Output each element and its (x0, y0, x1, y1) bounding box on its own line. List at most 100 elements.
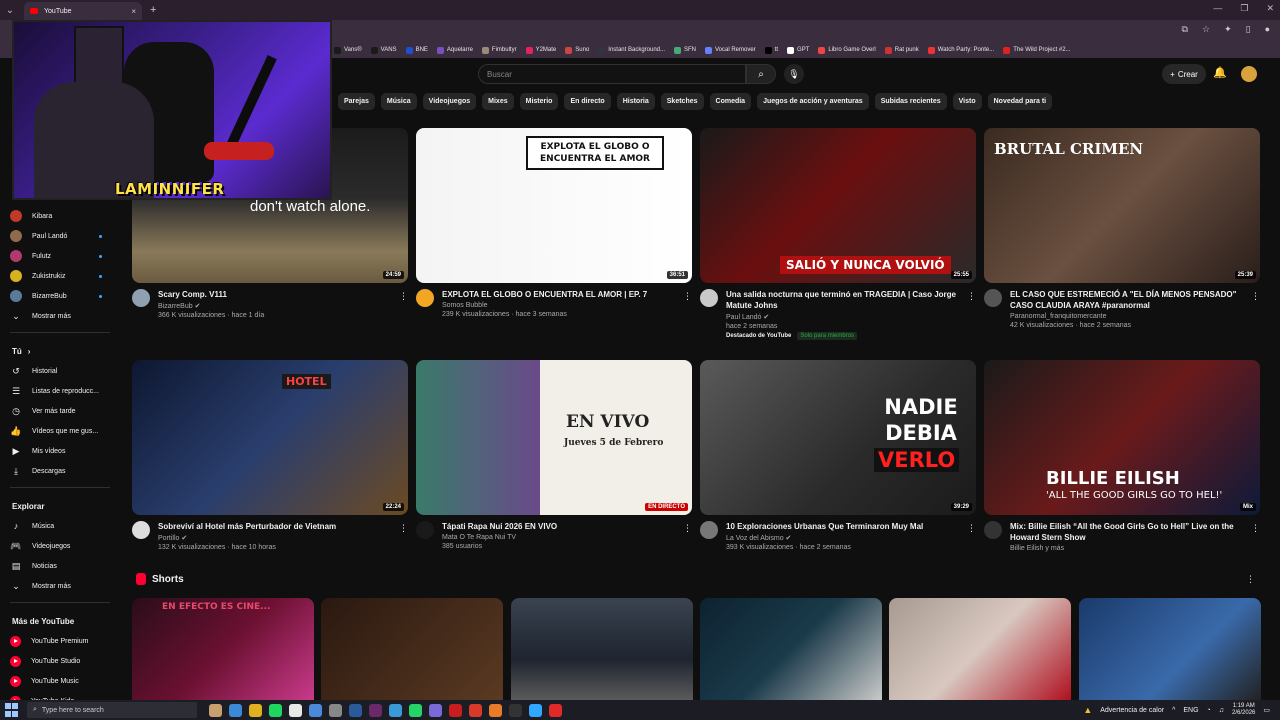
taskbar-app-icon[interactable] (389, 703, 402, 717)
maximize-icon[interactable]: ❐ (1240, 3, 1248, 14)
filter-chip[interactable]: Comedia (709, 93, 752, 110)
video-title[interactable]: EL CASO QUE ESTREMECIÓ A "EL DÍA MENOS P… (1010, 289, 1246, 311)
tab-youtube[interactable]: YouTube × (24, 2, 142, 20)
video-card[interactable]: HOTEL 22:24 Sobreviví al Hotel más Perturb… (132, 360, 408, 551)
filter-chip[interactable]: Parejas (338, 93, 375, 110)
video-card[interactable]: BILLIE EILISH 'ALL THE GOOD GIRLS GO TO H… (984, 360, 1260, 552)
channel-avatar[interactable] (416, 289, 434, 307)
voice-search-icon[interactable]: 🎙 (784, 64, 804, 84)
video-thumbnail[interactable]: BILLIE EILISH 'ALL THE GOOD GIRLS GO TO H… (984, 360, 1260, 515)
taskbar-app-icon[interactable] (549, 703, 562, 717)
sidebar-item[interactable]: YouTube Music (0, 671, 120, 691)
taskbar-app-icon[interactable] (509, 703, 522, 717)
account-avatar[interactable] (1241, 66, 1257, 82)
sidebar-item[interactable]: ▤ Noticias (0, 556, 120, 576)
channel-avatar[interactable] (984, 521, 1002, 539)
filter-chip[interactable]: Música (380, 93, 417, 110)
sidepanel-icon[interactable]: ▯ (1246, 24, 1251, 35)
video-thumbnail[interactable]: SALIÓ Y NUNCA VOLVIÓ 25:55 (700, 128, 976, 283)
video-title[interactable]: Mix: Billie Eilish “All the Good Girls G… (1010, 521, 1246, 543)
taskbar-app-icon[interactable] (209, 703, 222, 717)
video-menu-icon[interactable]: ⋮ (967, 523, 976, 534)
channel-name[interactable]: Somos Bubble (442, 302, 678, 309)
video-menu-icon[interactable]: ⋮ (1251, 523, 1260, 534)
channel-avatar[interactable] (700, 521, 718, 539)
short-thumbnail[interactable] (321, 598, 503, 700)
video-card[interactable]: NADIE DEBIA VERLO 39:29 10 Exploraciones Ur… (700, 360, 976, 551)
filter-chip[interactable]: Historia (616, 93, 655, 110)
taskbar-app-icon[interactable] (429, 703, 442, 717)
channel-avatar[interactable] (132, 521, 150, 539)
bookmark-item[interactable]: Libro Game Overl (818, 46, 876, 54)
extensions-icon[interactable]: ✦ (1224, 24, 1232, 35)
channel-avatar[interactable] (700, 289, 718, 307)
video-card[interactable]: EXPLOTA EL GLOBO O ENCUENTRA EL AMOR 36:5… (416, 128, 692, 318)
sidebar-subscription[interactable]: Zukistrukiz (0, 266, 120, 286)
sidebar-item[interactable]: ⤓ Descargas (0, 461, 120, 481)
bookmark-item[interactable]: Vans® (334, 46, 362, 54)
taskbar-app-icon[interactable] (329, 703, 342, 717)
channel-name[interactable]: BizarreBub ✔ (158, 302, 394, 310)
taskbar-app-icon[interactable] (309, 703, 322, 717)
bookmark-item[interactable]: VANS (370, 46, 397, 54)
taskbar-app-icon[interactable] (449, 703, 462, 717)
video-menu-icon[interactable]: ⋮ (967, 291, 976, 302)
taskbar-app-icon[interactable] (349, 703, 362, 717)
create-button[interactable]: + Crear (1162, 64, 1206, 84)
video-card[interactable]: BRUTAL CRIMEN 25:39 EL CASO QUE ESTREMECIÓ… (984, 128, 1260, 329)
channel-name[interactable]: Billie Eilish y más (1010, 545, 1246, 552)
filter-chip[interactable]: Juegos de acción y aventuras (757, 93, 869, 110)
channel-name[interactable]: Portillo ✔ (158, 534, 394, 542)
minimize-icon[interactable]: — (1213, 3, 1222, 14)
channel-avatar[interactable] (132, 289, 150, 307)
bookmark-item[interactable]: Suno (565, 46, 589, 54)
sidebar-item[interactable]: 👍 Vídeos que me gus... (0, 421, 120, 441)
sidebar-you-heading[interactable]: Tú › (0, 341, 120, 361)
filter-chip[interactable]: En directo (564, 93, 611, 110)
sidebar-show-more[interactable]: ⌄ Mostrar más (0, 306, 120, 326)
taskbar-search[interactable]: ⌕ Type here to search (27, 702, 197, 718)
language-label[interactable]: ENG (1183, 707, 1198, 714)
windows-start-icon[interactable] (5, 703, 19, 717)
filter-chip[interactable]: Subidas recientes (874, 93, 947, 110)
short-thumbnail[interactable] (511, 598, 693, 700)
bookmark-item[interactable]: Aquelarre (436, 46, 473, 54)
close-window-icon[interactable]: ✕ (1266, 3, 1274, 14)
sidebar-subscription[interactable]: BizarreBub (0, 286, 120, 306)
clock[interactable]: 1:19 AM 2/6/2026 (1232, 703, 1255, 717)
new-tab-button[interactable]: + (150, 4, 156, 16)
video-menu-icon[interactable]: ⋮ (399, 291, 408, 302)
channel-avatar[interactable] (416, 521, 434, 539)
video-title[interactable]: Sobreviví al Hotel más Perturbador de Vi… (158, 521, 394, 532)
taskbar-app-icon[interactable] (249, 703, 262, 717)
channel-avatar[interactable] (984, 289, 1002, 307)
notifications-icon[interactable]: ▭ (1263, 706, 1270, 714)
sidebar-item[interactable]: 🎮 Videojuegos (0, 536, 120, 556)
video-title[interactable]: EXPLOTA EL GLOBO O ENCUENTRA EL AMOR | E… (442, 289, 678, 300)
channel-name[interactable]: Mata O Te Rapa Nui TV (442, 534, 678, 541)
bookmark-item[interactable]: Vocal Remover (705, 46, 756, 54)
bookmark-item[interactable]: The Wild Project #2... (1003, 46, 1071, 54)
video-menu-icon[interactable]: ⋮ (683, 523, 692, 534)
taskbar-app-icon[interactable] (409, 703, 422, 717)
sidebar-subscription[interactable]: Kibara (0, 206, 120, 226)
tab-search-icon[interactable]: ⌄ (0, 0, 20, 20)
weather-label[interactable]: Advertencia de calor (1100, 707, 1164, 714)
short-thumbnail[interactable] (889, 598, 1071, 700)
video-thumbnail[interactable]: HOTEL 22:24 (132, 360, 408, 515)
sidebar-item[interactable]: YouTube Premium (0, 631, 120, 651)
sidebar-show-more[interactable]: ⌄ Mostrar más (0, 576, 120, 596)
taskbar-app-icon[interactable] (469, 703, 482, 717)
short-thumbnail[interactable] (700, 598, 882, 700)
video-title[interactable]: Una salida nocturna que terminó en TRAGE… (726, 289, 962, 311)
taskbar-app-icon[interactable] (229, 703, 242, 717)
channel-name[interactable]: La Voz del Abismo ✔ (726, 534, 962, 542)
sidebar-subscription[interactable]: Fulutz (0, 246, 120, 266)
sidebar-item[interactable]: ◷ Ver más tarde (0, 401, 120, 421)
tab-close-icon[interactable]: × (131, 7, 136, 16)
bookmark-item[interactable]: SFN (674, 46, 696, 54)
video-title[interactable]: Tápati Rapa Nui 2026 EN VIVO (442, 521, 678, 532)
bookmark-item[interactable]: Rat punk (884, 46, 919, 54)
filter-chip[interactable]: Videojuegos (422, 93, 477, 110)
profile-icon[interactable]: ● (1265, 24, 1270, 35)
